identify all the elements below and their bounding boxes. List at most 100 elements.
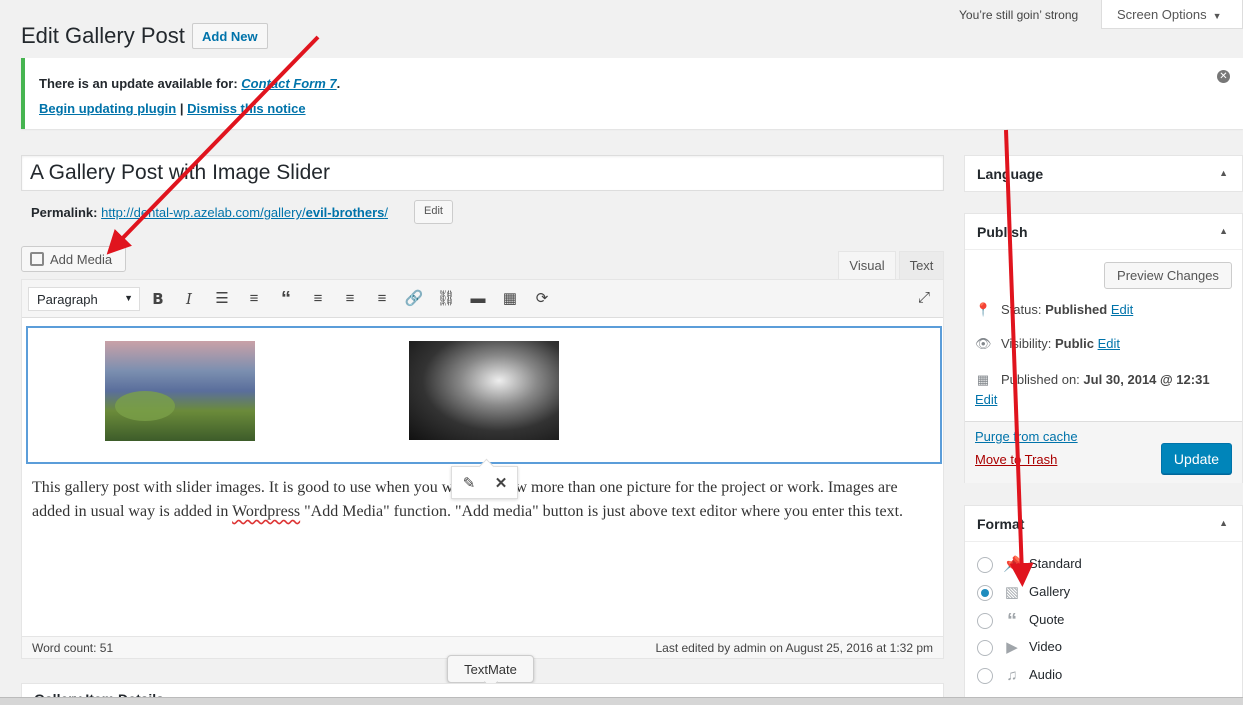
add-media-button[interactable]: Add Media [21, 246, 126, 272]
align-center-icon[interactable]: ≡ [339, 289, 361, 309]
visibility-value: Public [1054, 336, 1094, 351]
last-edited: Last edited by admin on August 25, 2016 … [655, 641, 933, 655]
collapse-icon[interactable]: ▲ [1219, 226, 1228, 236]
pin-icon: 📌 [1003, 555, 1022, 573]
notice-message: There is an update available for: Contac… [39, 76, 1229, 91]
format-title: Format [977, 516, 1025, 532]
read-more-icon[interactable]: ▬ [467, 289, 489, 309]
permalink-link[interactable]: http://dental-wp.azelab.com/gallery/evil… [101, 205, 388, 220]
published-label: Published on: [1001, 372, 1084, 387]
fullscreen-icon[interactable]: ⤢ [915, 289, 933, 309]
format-header[interactable]: Format ▲ [965, 506, 1242, 542]
numbered-list-icon[interactable]: ≡ [243, 289, 265, 309]
visibility-label: Visibility: [1001, 336, 1055, 351]
notice-actions: Begin updating plugin | Dismiss this not… [39, 101, 1229, 116]
format-option-video[interactable]: ▶ Video [977, 637, 1062, 657]
radio-gallery[interactable] [977, 584, 993, 601]
update-notice: There is an update available for: Contac… [21, 58, 1243, 129]
refresh-icon[interactable]: ⟳ [531, 289, 553, 309]
format-label-gallery: Gallery [1029, 584, 1071, 599]
toolbar-toggle-icon[interactable]: ▦ [499, 289, 521, 309]
caret-down-icon: ▼ [124, 293, 133, 303]
radio-quote[interactable] [977, 612, 993, 629]
publish-actions: Purge from cache Move to Trash Update [965, 421, 1242, 483]
notice-prefix: There is an update available for: [39, 76, 242, 91]
quote-icon: “ [1007, 609, 1017, 632]
bottom-scroll-bar [0, 697, 1243, 705]
status-row: 📍 Status: Published Edit [975, 302, 1133, 318]
calendar-icon: ▦ [976, 372, 990, 387]
caret-down-icon: ▼ [1212, 11, 1222, 21]
collapse-icon[interactable]: ▲ [1219, 168, 1228, 178]
close-icon[interactable]: ✕ [492, 474, 510, 492]
page-title: Edit Gallery Post [21, 23, 185, 48]
radio-video[interactable] [977, 639, 993, 656]
published-value: Jul 30, 2014 @ 12:31 [1083, 372, 1210, 387]
dismiss-notice-link[interactable]: Dismiss this notice [187, 101, 305, 116]
format-box: Format ▲ 📌 Standard ▧ Gallery “ Quote ▶ Video… [964, 505, 1243, 705]
bullet-list-icon[interactable]: ☰ [211, 289, 233, 309]
publish-title: Publish [977, 224, 1028, 240]
radio-standard[interactable] [977, 556, 993, 573]
gallery-image-clouds[interactable] [409, 341, 559, 440]
format-option-audio[interactable]: ♫ Audio [977, 665, 1062, 685]
tab-text[interactable]: Text [899, 251, 944, 279]
bold-icon[interactable]: B [147, 289, 169, 309]
update-button[interactable]: Update [1161, 443, 1232, 474]
visibility-row: 👁 Visibility: Public Edit [975, 336, 1120, 352]
permalink: Permalink: http://dental-wp.azelab.com/g… [31, 205, 388, 220]
video-icon: ▶ [1006, 638, 1018, 656]
format-select[interactable]: Paragraph ▼ [28, 287, 140, 311]
collapse-icon[interactable]: ▲ [1219, 518, 1228, 528]
language-title: Language [977, 166, 1044, 182]
tab-visual[interactable]: Visual [838, 251, 896, 279]
screen-options-label: Screen Options [1117, 7, 1207, 22]
permalink-end: / [384, 205, 388, 220]
blockquote-icon[interactable]: “ [275, 289, 297, 309]
pencil-icon[interactable]: ✎ [460, 474, 478, 492]
link-icon[interactable]: 🔗 [403, 289, 425, 309]
unlink-icon[interactable]: ⛓ [435, 289, 457, 309]
align-left-icon[interactable]: ≡ [307, 289, 329, 309]
media-icon [30, 252, 44, 266]
post-title-input[interactable] [21, 155, 944, 191]
editor-toolbar: Paragraph ▼ B I ☰ ≡ “ ≡ ≡ ≡ 🔗 ⛓ ▬ ▦ ⟳ ⤢ [22, 280, 943, 318]
italic-icon[interactable]: I [178, 289, 200, 309]
screen-options-button[interactable]: Screen Options ▼ [1101, 0, 1243, 29]
move-to-trash-link[interactable]: Move to Trash [975, 452, 1057, 467]
permalink-edit-button[interactable]: Edit [414, 200, 453, 224]
format-label-video: Video [1029, 639, 1063, 654]
status-label: Status: [1001, 302, 1046, 317]
align-right-icon[interactable]: ≡ [371, 289, 393, 309]
visibility-edit-link[interactable]: Edit [1098, 336, 1120, 351]
eye-icon: 👁 [975, 336, 992, 351]
preview-changes-button[interactable]: Preview Changes [1104, 262, 1232, 289]
published-edit-link[interactable]: Edit [975, 392, 997, 407]
format-option-quote[interactable]: “ Quote [977, 609, 1064, 632]
radio-audio[interactable] [977, 667, 993, 684]
permalink-base: http://dental-wp.azelab.com/gallery/ [101, 205, 306, 220]
publish-box: Publish ▲ Preview Changes 📍 Status: Publis… [964, 213, 1243, 483]
format-option-gallery[interactable]: ▧ Gallery [977, 582, 1070, 602]
format-label-audio: Audio [1029, 667, 1063, 682]
post-editor: Paragraph ▼ B I ☰ ≡ “ ≡ ≡ ≡ 🔗 ⛓ ▬ ▦ ⟳ ⤢ T… [21, 279, 944, 659]
permalink-slug: evil-brothers [305, 205, 385, 220]
close-icon[interactable]: ✕ [1217, 70, 1230, 83]
pin-icon: 📍 [975, 302, 992, 317]
status-edit-link[interactable]: Edit [1111, 302, 1133, 317]
gallery-block[interactable] [26, 326, 942, 464]
format-select-value: Paragraph [37, 292, 98, 307]
content-misspelled-word: Wordpress [232, 503, 301, 520]
format-option-standard[interactable]: 📌 Standard [977, 554, 1082, 574]
purge-cache-link[interactable]: Purge from cache [975, 429, 1078, 444]
word-count: Word count: 51 [32, 641, 114, 655]
begin-updating-link[interactable]: Begin updating plugin [39, 101, 176, 116]
add-media-label: Add Media [50, 252, 113, 267]
published-row: ▦ Published on: Jul 30, 2014 @ 12:31 Edit [975, 370, 1235, 410]
notice-separator: | [176, 101, 188, 116]
language-header[interactable]: Language ▲ [965, 156, 1242, 192]
add-new-button[interactable]: Add New [192, 23, 268, 49]
publish-header[interactable]: Publish ▲ [965, 214, 1242, 250]
gallery-image-seascape[interactable] [105, 341, 255, 441]
contact-form-link[interactable]: Contact Form 7 [241, 76, 336, 91]
